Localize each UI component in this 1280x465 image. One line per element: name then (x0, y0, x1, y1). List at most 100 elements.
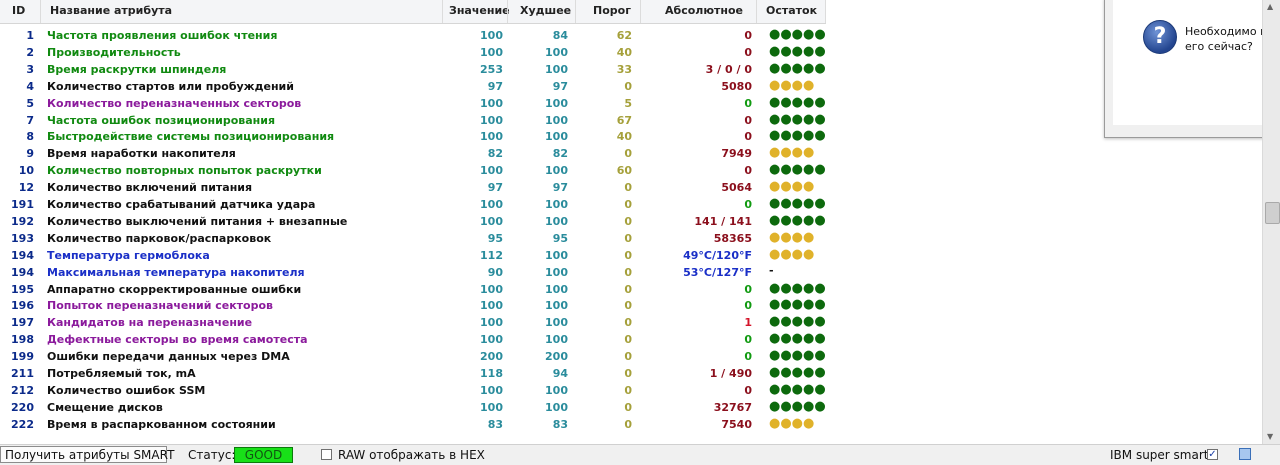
table-row[interactable]: 212 Количество ошибок SSM 100 100 0 0 ●●●●● (0, 382, 826, 399)
cell-threshold: 0 (624, 383, 632, 397)
scroll-up-arrow-icon[interactable]: ▲ (1267, 2, 1273, 11)
table-row[interactable]: 191 Количество срабатываний датчика удара… (0, 196, 826, 213)
color-indicator[interactable] (1239, 448, 1251, 460)
cell-remain: ●●●●● (769, 111, 826, 127)
table-row[interactable]: 7 Частота ошибок позиционирования 100 100 67… (0, 112, 826, 129)
table-row[interactable]: 193 Количество парковок/распарковок 95 95 0 5… (0, 230, 826, 247)
cell-absolute: 0 (744, 96, 752, 110)
cell-absolute: 5064 (721, 181, 752, 195)
table-row[interactable]: 197 Кандидатов на переназначение 100 100 0 1 ●… (0, 314, 826, 331)
cell-id: 10 (18, 164, 34, 178)
table-row[interactable]: 10 Количество повторных попыток раскрутки… (0, 162, 826, 179)
cell-name: Время в распаркованном состоянии (47, 417, 276, 431)
cell-threshold: 0 (624, 231, 632, 245)
cell-value: 97 (487, 79, 503, 93)
smart-attributes-grid[interactable]: ID Название атрибута Значение Худшее Пор… (0, 0, 1280, 444)
cell-id: 191 (11, 198, 34, 211)
cell-worst: 84 (552, 29, 568, 42)
cell-id: 3 (26, 62, 34, 76)
table-row[interactable]: 12 Количество включений питания 97 97 0 5064 ●… (0, 179, 826, 196)
cell-threshold: 62 (616, 29, 632, 42)
cell-threshold: 0 (624, 79, 632, 93)
cell-threshold: 0 (624, 299, 632, 313)
cell-remain: ●●●●● (769, 314, 826, 330)
cell-id: 196 (11, 299, 34, 313)
cell-id: 193 (11, 231, 34, 245)
cell-threshold: 5 (624, 96, 632, 110)
col-header-worst[interactable]: Худшее (520, 4, 571, 17)
cell-id: 199 (11, 350, 34, 364)
cell-absolute: 0 (744, 45, 752, 59)
table-row[interactable]: 199 Ошибки передачи данных через DMA 200 20… (0, 348, 826, 365)
table-row[interactable]: 9 Время наработки накопителя 82 82 0 7949 ●●●● (0, 145, 826, 162)
cell-id: 2 (26, 45, 34, 59)
col-header-name[interactable]: Название атрибута (50, 4, 172, 17)
table-row[interactable]: 8 Быстродействие системы позиционирования… (0, 128, 826, 145)
col-header-id[interactable]: ID (12, 4, 25, 17)
cell-worst: 100 (545, 333, 568, 347)
vertical-scrollbar[interactable]: ▲ ▼ (1262, 0, 1280, 444)
cell-id: 198 (11, 333, 34, 347)
ibm-super-smart-label: IBM super smart: (1110, 448, 1213, 462)
col-header-threshold[interactable]: Порог (593, 4, 631, 17)
table-row[interactable]: 4 Количество стартов или пробуждений 97 97 0… (0, 78, 826, 95)
cell-value: 100 (480, 45, 503, 59)
scroll-thumb[interactable] (1265, 202, 1280, 224)
cell-worst: 100 (545, 299, 568, 313)
cell-name: Попыток переназначений секторов (47, 299, 273, 313)
table-row[interactable]: 196 Попыток переназначений секторов 100 100… (0, 297, 826, 314)
cell-value: 97 (487, 181, 503, 195)
table-row[interactable]: 211 Потребляемый ток, mA 118 94 0 1 / 490 ●●●●… (0, 365, 826, 382)
table-row[interactable]: 3 Время раскрутки шпинделя 253 100 33 3 / 0 /… (0, 61, 826, 78)
table-row[interactable]: 1 Частота проявления ошибок чтения 100 84 62… (0, 27, 826, 44)
table-row[interactable]: 195 Аппаратно скорректированные ошибки 100… (0, 281, 826, 298)
status-bar: Получить атрибуты SMART Статус: GOOD RAW… (0, 444, 1280, 465)
table-row[interactable]: 198 Дефектные секторы во время самотеста 1… (0, 331, 826, 348)
question-icon: ? (1143, 20, 1177, 54)
cell-value: 100 (480, 198, 503, 211)
cell-worst: 100 (545, 62, 568, 76)
cell-absolute: 0 (744, 299, 752, 313)
raw-hex-label: RAW отображать в HEX (338, 448, 485, 462)
cell-remain: ●●●●● (769, 331, 826, 347)
cell-worst: 200 (545, 350, 568, 364)
table-row[interactable]: 194 Максимальная температура накопителя 90… (0, 264, 826, 281)
cell-name: Количество включений питания (47, 181, 253, 195)
cell-name: Дефектные секторы во время самотеста (47, 333, 308, 347)
cell-absolute: 0 (744, 164, 752, 178)
cell-threshold: 60 (616, 164, 632, 178)
status-label: Статус: (188, 448, 236, 462)
cell-remain: ●●●● (769, 77, 815, 93)
table-row[interactable]: 2 Производительность 100 100 40 0 ●●●●● (0, 44, 826, 61)
table-row[interactable]: 220 Смещение дисков 100 100 0 32767 ●●●●● (0, 399, 826, 416)
col-header-remain[interactable]: Остаток (766, 4, 817, 17)
cell-id: 220 (11, 400, 34, 414)
cell-absolute: 0 (744, 350, 752, 364)
col-header-absolute[interactable]: Абсолютное (665, 4, 743, 17)
cell-worst: 100 (545, 316, 568, 330)
cell-worst: 82 (552, 147, 568, 161)
cell-name: Смещение дисков (47, 400, 163, 414)
cell-absolute: 3 / 0 / 0 (705, 62, 752, 76)
cell-worst: 100 (545, 164, 568, 178)
cell-worst: 100 (545, 96, 568, 110)
cell-id: 222 (11, 417, 34, 431)
table-row[interactable]: 5 Количество переназначенных секторов 100 1… (0, 95, 826, 112)
scroll-down-arrow-icon[interactable]: ▼ (1267, 432, 1273, 441)
cell-remain: ●●●●● (769, 212, 826, 228)
table-row[interactable]: 192 Количество выключений питания + внеза… (0, 213, 826, 230)
cell-worst: 100 (545, 198, 568, 211)
cell-absolute: 7540 (721, 417, 752, 431)
cell-absolute: 0 (744, 198, 752, 211)
ibm-super-smart-checkbox[interactable]: ✓ (1207, 449, 1218, 460)
cell-value: 112 (480, 248, 503, 262)
table-row[interactable]: 194 Температура гермоблока 112 100 0 49°C/120… (0, 247, 826, 264)
table-row[interactable]: 222 Время в распаркованном состоянии 83 83 0… (0, 416, 826, 433)
cell-id: 5 (26, 96, 34, 110)
cell-absolute: 0 (744, 333, 752, 347)
col-header-value[interactable]: Значение (449, 4, 510, 17)
cell-id: 197 (11, 316, 34, 330)
raw-hex-checkbox[interactable] (321, 449, 332, 460)
cell-name: Потребляемый ток, mA (47, 367, 196, 380)
get-smart-button[interactable]: Получить атрибуты SMART (0, 446, 174, 463)
